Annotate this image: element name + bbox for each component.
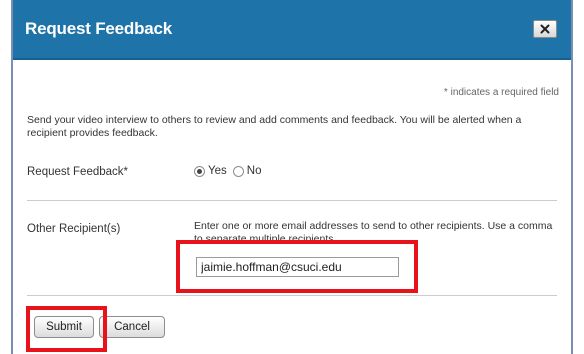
close-x-icon [540,24,550,34]
dialog-title-bar: Request Feedback [13,0,571,60]
radio-no-label[interactable]: No [247,165,262,177]
recipients-email-input[interactable] [196,257,399,277]
submit-button[interactable]: Submit [34,316,94,338]
required-field-note: * indicates a required field [443,87,559,98]
section-divider-bottom [27,295,557,296]
section-divider [27,200,557,201]
radio-yes[interactable] [194,165,205,177]
intro-text: Send your video interview to others to r… [27,114,522,139]
close-button[interactable] [533,20,557,38]
request-feedback-label: Request Feedback* [27,166,129,178]
request-feedback-dialog: Request Feedback * indicates a required … [11,0,573,354]
dialog-title: Request Feedback [25,19,173,38]
radio-yes-label[interactable]: Yes [208,165,227,177]
recipients-help-text: Enter one or more email addresses to sen… [194,220,553,245]
radio-no[interactable] [232,165,244,177]
cancel-button[interactable]: Cancel [99,316,165,338]
other-recipients-label: Other Recipient(s) [27,223,121,235]
request-feedback-radio-group: Yes No [194,165,267,177]
